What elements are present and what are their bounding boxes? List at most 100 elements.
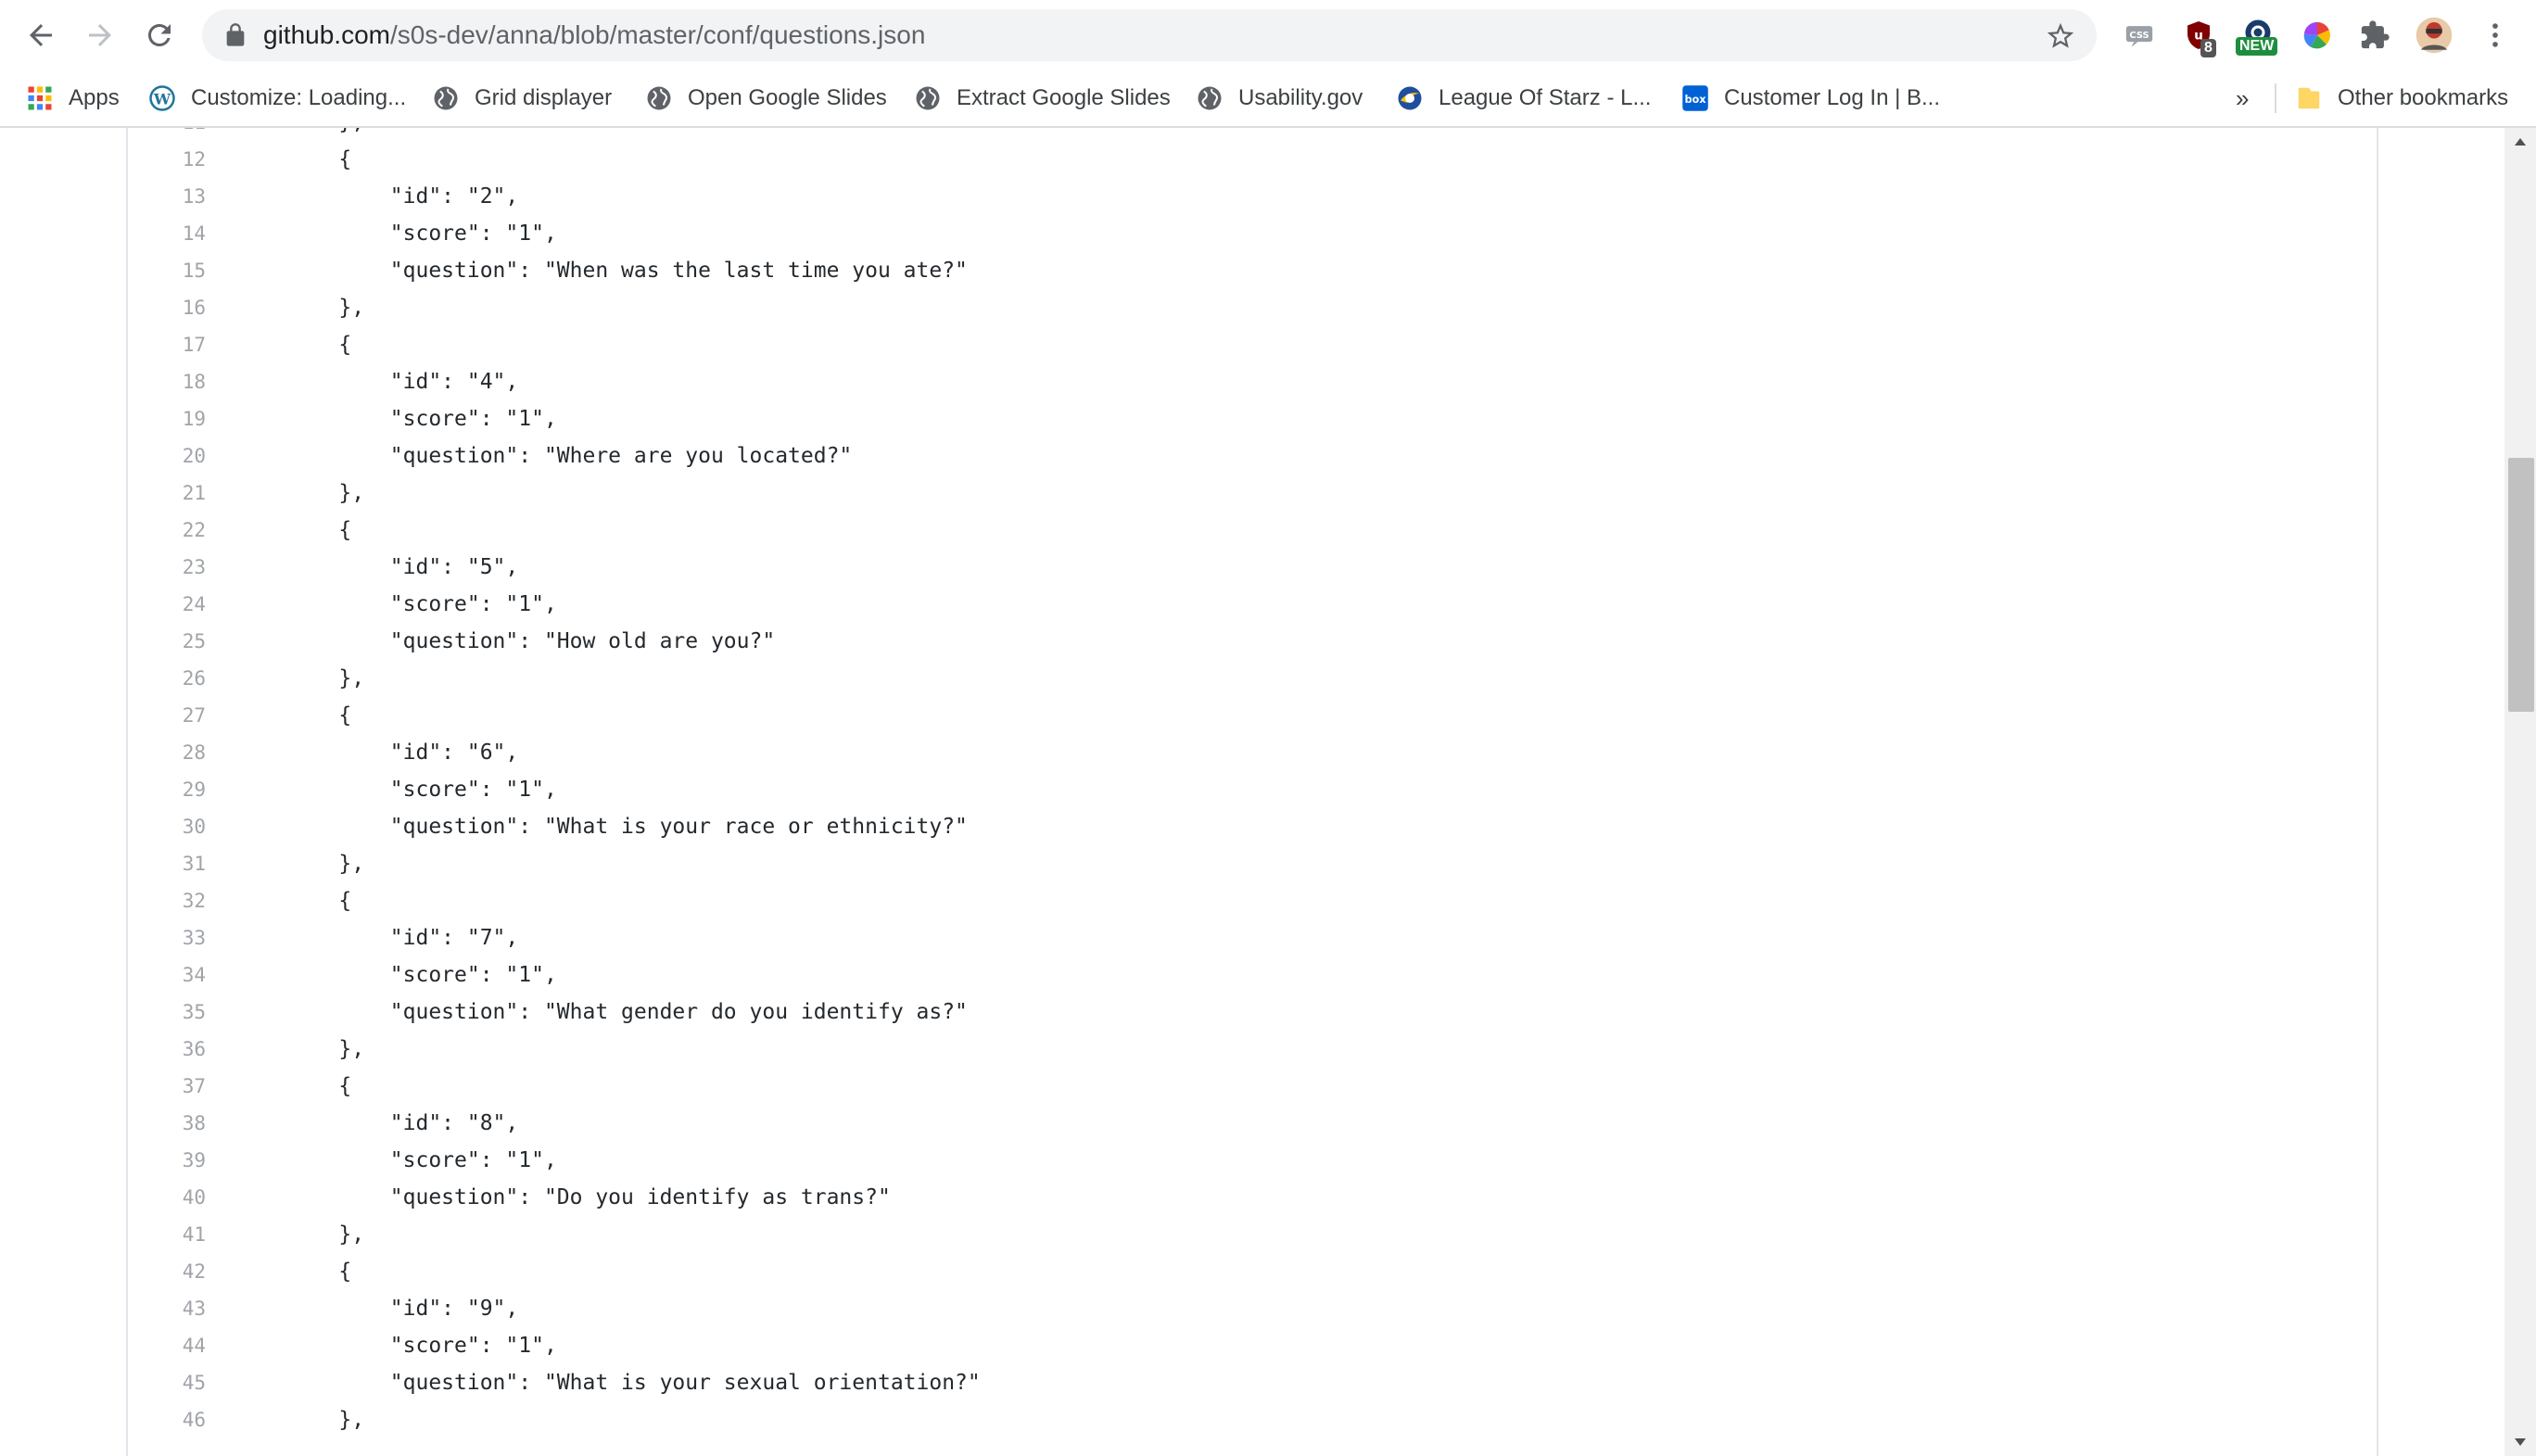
line-code: }, (287, 296, 365, 320)
code-line: 36 }, (128, 1031, 2377, 1068)
line-number[interactable]: 38 (128, 1105, 206, 1142)
ublock-icon[interactable]: u 8 (2178, 15, 2219, 57)
line-number[interactable]: 23 (128, 549, 206, 586)
line-number[interactable]: 16 (128, 289, 206, 326)
line-number[interactable]: 44 (128, 1327, 206, 1364)
line-code: "question": "How old are you?" (287, 629, 776, 653)
line-number[interactable]: 43 (128, 1290, 206, 1327)
line-number[interactable]: 45 (128, 1364, 206, 1401)
line-code: }, (287, 481, 365, 505)
bookmark-customer-log-in[interactable]: box Customer Log In | B... (1681, 70, 1940, 126)
line-number[interactable]: 17 (128, 326, 206, 363)
line-code: "id": "5", (287, 555, 519, 579)
color-wheel-icon[interactable] (2297, 15, 2338, 56)
bookmark-open-google-slides[interactable]: Open Google Slides (645, 70, 887, 126)
forward-button[interactable] (78, 13, 122, 57)
line-number[interactable]: 32 (128, 882, 206, 919)
code-line: 20 "question": "Where are you located?" (128, 437, 2377, 475)
bookmark-grid-displayer[interactable]: Grid displayer (432, 70, 612, 126)
code-line: 33 "id": "7", (128, 919, 2377, 956)
line-number[interactable]: 33 (128, 919, 206, 956)
line-number[interactable]: 18 (128, 363, 206, 400)
line-number[interactable]: 20 (128, 437, 206, 475)
line-code: { (287, 333, 352, 357)
line-number[interactable]: 25 (128, 623, 206, 660)
line-number[interactable]: 37 (128, 1068, 206, 1105)
line-number[interactable]: 11 (128, 128, 206, 141)
code-line: 37 { (128, 1068, 2377, 1105)
line-code: "id": "7", (287, 926, 519, 950)
css-extension-icon[interactable]: CSS (2119, 15, 2160, 56)
line-number[interactable]: 27 (128, 697, 206, 734)
lock-icon[interactable] (222, 22, 248, 48)
scroll-down-arrow-icon[interactable] (2504, 1428, 2536, 1456)
line-number[interactable]: 12 (128, 141, 206, 178)
bookmark-label: Usability.gov (1238, 85, 1363, 110)
other-bookmarks-label: Other bookmarks (2338, 85, 2509, 110)
page-content: 11 },12 {13 "id": "2",14 "score": "1",15… (0, 128, 2536, 1456)
line-code: "id": "6", (287, 741, 519, 765)
line-code: "score": "1", (287, 222, 557, 246)
new-extension-icon[interactable]: NEW (2236, 15, 2278, 56)
line-number[interactable]: 19 (128, 400, 206, 437)
code-line: 25 "question": "How old are you?" (128, 623, 2377, 660)
folder-icon (2295, 84, 2323, 112)
line-code: { (287, 147, 352, 171)
line-code: { (287, 889, 352, 913)
bookmark-extract-google-slides[interactable]: Extract Google Slides (914, 70, 1171, 126)
line-code: "score": "1", (287, 1148, 557, 1172)
vertical-scrollbar[interactable] (2504, 128, 2536, 1456)
code-viewer: 11 },12 {13 "id": "2",14 "score": "1",15… (126, 128, 2378, 1456)
bookmarks-divider (2275, 83, 2276, 113)
line-number[interactable]: 31 (128, 845, 206, 882)
extensions-puzzle-icon[interactable] (2354, 15, 2395, 56)
line-number[interactable]: 13 (128, 178, 206, 215)
line-number[interactable]: 41 (128, 1216, 206, 1253)
line-number[interactable]: 22 (128, 512, 206, 549)
line-number[interactable]: 24 (128, 586, 206, 623)
ublock-badge: 8 (2200, 39, 2216, 57)
bookmark-usability-gov[interactable]: Usability.gov (1196, 70, 1363, 126)
line-number[interactable]: 28 (128, 734, 206, 771)
bookmark-league-of-starz[interactable]: League Of Starz - L... (1396, 70, 1651, 126)
svg-text:W: W (153, 90, 171, 108)
line-code: "id": "8", (287, 1111, 519, 1135)
globe-icon (432, 84, 460, 112)
bookmark-star-icon[interactable] (2045, 20, 2076, 52)
line-code: "question": "What is your sexual orienta… (287, 1371, 981, 1395)
profile-avatar-icon[interactable] (2414, 15, 2454, 56)
scroll-thumb[interactable] (2508, 458, 2534, 712)
line-number[interactable]: 26 (128, 660, 206, 697)
new-badge: NEW (2236, 37, 2278, 56)
menu-dots-icon[interactable] (2475, 15, 2516, 56)
reload-button[interactable] (137, 13, 182, 57)
line-number[interactable]: 36 (128, 1031, 206, 1068)
line-number[interactable]: 35 (128, 994, 206, 1031)
line-number[interactable]: 34 (128, 956, 206, 994)
address-bar[interactable]: github.com/s0s-dev/anna/blob/master/conf… (202, 9, 2097, 61)
scroll-up-arrow-icon[interactable] (2504, 128, 2536, 156)
code-line: 14 "score": "1", (128, 215, 2377, 252)
bookmark-apps[interactable]: Apps (26, 70, 120, 126)
bookmark-customize[interactable]: W Customize: Loading... (148, 70, 406, 126)
url-text[interactable]: github.com/s0s-dev/anna/blob/master/conf… (263, 9, 925, 61)
other-bookmarks[interactable]: Other bookmarks (2295, 70, 2508, 126)
line-number[interactable]: 21 (128, 475, 206, 512)
code-line: 21 }, (128, 475, 2377, 512)
line-code: "question": "What gender do you identify… (287, 1000, 968, 1024)
line-number[interactable]: 14 (128, 215, 206, 252)
line-number[interactable]: 39 (128, 1142, 206, 1179)
line-number[interactable]: 30 (128, 808, 206, 845)
code-line: 30 "question": "What is your race or eth… (128, 808, 2377, 845)
back-button[interactable] (19, 13, 63, 57)
line-number[interactable]: 42 (128, 1253, 206, 1290)
bookmarks-overflow-button[interactable]: » (2236, 70, 2249, 126)
line-number[interactable]: 46 (128, 1401, 206, 1438)
line-number[interactable]: 40 (128, 1179, 206, 1216)
url-host: github.com (263, 20, 390, 49)
apps-grid-icon (26, 84, 54, 112)
line-number[interactable]: 29 (128, 771, 206, 808)
code-line: 26 }, (128, 660, 2377, 697)
line-number[interactable]: 15 (128, 252, 206, 289)
code-line: 24 "score": "1", (128, 586, 2377, 623)
